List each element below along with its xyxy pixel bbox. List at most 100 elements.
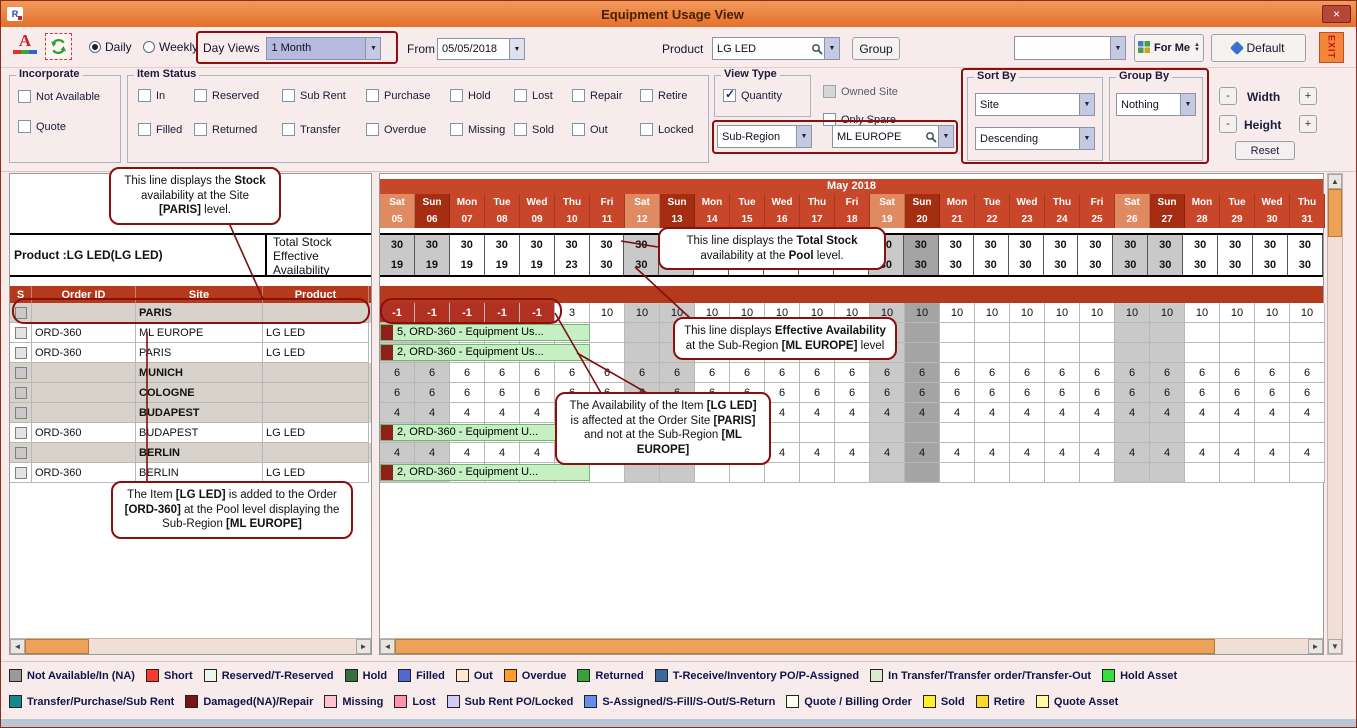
calendar-cell[interactable]: [975, 423, 1010, 443]
calendar-cell[interactable]: 6: [555, 363, 590, 383]
default-button[interactable]: Default: [1211, 34, 1306, 62]
calendar-cell[interactable]: 30: [590, 255, 625, 275]
calendar-cell[interactable]: [940, 323, 975, 343]
calendar-cell[interactable]: [1115, 343, 1150, 363]
calendar-cell[interactable]: 10: [975, 303, 1010, 323]
calendar-cell[interactable]: 30: [1009, 255, 1044, 275]
calendar-cell[interactable]: [940, 343, 975, 363]
calendar-cell[interactable]: 6: [1150, 383, 1185, 403]
calendar-cell[interactable]: [1255, 423, 1290, 443]
checkbox-overdue[interactable]: Overdue: [366, 123, 450, 136]
calendar-cell[interactable]: [1185, 463, 1220, 483]
calendar-cell[interactable]: 6: [870, 383, 905, 403]
calendar-cell[interactable]: 10: [1115, 303, 1150, 323]
calendar-cell[interactable]: [1115, 423, 1150, 443]
calendar-cell[interactable]: [695, 463, 730, 483]
refresh-icon[interactable]: [45, 33, 72, 60]
calendar-cell[interactable]: 10: [905, 303, 940, 323]
calendar-cell[interactable]: 10: [1010, 303, 1045, 323]
calendar-cell[interactable]: -1: [520, 303, 555, 323]
calendar-cell[interactable]: 4: [800, 443, 835, 463]
calendar-cell[interactable]: 10: [1255, 303, 1290, 323]
close-icon[interactable]: ×: [1322, 5, 1351, 23]
chevron-down-icon[interactable]: ▼: [1110, 37, 1125, 59]
calendar-row-budapest[interactable]: 2, ORD-360 - Equipment U...: [380, 423, 1325, 443]
calendar-cell[interactable]: 30: [1218, 255, 1253, 275]
calendar-cell[interactable]: 4: [1220, 403, 1255, 423]
row-select-cell[interactable]: [10, 303, 32, 323]
scroll-left-icon[interactable]: ◄: [10, 639, 25, 654]
reset-button[interactable]: Reset: [1235, 141, 1295, 160]
calendar-cell[interactable]: 30: [450, 235, 485, 255]
calendar-cell[interactable]: 4: [975, 403, 1010, 423]
calendar-cell[interactable]: 4: [1010, 443, 1045, 463]
checkbox-box-icon[interactable]: [514, 123, 527, 136]
calendar-cell[interactable]: 6: [450, 383, 485, 403]
calendar-cell[interactable]: 30: [415, 235, 450, 255]
calendar-cell[interactable]: 6: [1150, 363, 1185, 383]
region-level-combo[interactable]: Sub-Region ▼: [717, 125, 812, 148]
calendar-cell[interactable]: [975, 343, 1010, 363]
calendar-cell[interactable]: 6: [1045, 363, 1080, 383]
calendar-cell[interactable]: 4: [975, 443, 1010, 463]
row-select-cell[interactable]: [10, 403, 32, 423]
calendar-cell[interactable]: 30: [1253, 235, 1288, 255]
calendar-cell[interactable]: [1045, 323, 1080, 343]
calendar-cell[interactable]: 6: [730, 363, 765, 383]
checkbox-repair[interactable]: Repair: [572, 89, 640, 102]
checkbox-in[interactable]: In: [138, 89, 194, 102]
calendar-cell[interactable]: [1150, 323, 1185, 343]
calendar-cell[interactable]: [1255, 323, 1290, 343]
calendar-cell[interactable]: 30: [974, 235, 1009, 255]
calendar-cell[interactable]: [905, 423, 940, 443]
column-header-product[interactable]: Product: [263, 286, 369, 303]
calendar-cell[interactable]: 4: [800, 403, 835, 423]
left-grid-row-munich[interactable]: MUNICH: [10, 363, 371, 383]
left-grid-row-cologne[interactable]: COLOGNE: [10, 383, 371, 403]
calendar-cell[interactable]: 4: [1185, 403, 1220, 423]
calendar-cell[interactable]: 19: [485, 255, 520, 275]
calendar-cell[interactable]: 4: [835, 403, 870, 423]
calendar-cell[interactable]: 6: [940, 363, 975, 383]
checkbox-box-icon[interactable]: [282, 123, 295, 136]
row-select-cell[interactable]: [10, 343, 32, 363]
calendar-cell[interactable]: 19: [415, 255, 450, 275]
calendar-cell[interactable]: 6: [380, 383, 415, 403]
checkbox-box-icon[interactable]: [514, 89, 527, 102]
checkbox-box-icon[interactable]: [640, 123, 653, 136]
calendar-cell[interactable]: [1185, 323, 1220, 343]
order-usage-bar[interactable]: 5, ORD-360 - Equipment Us...: [380, 324, 590, 341]
row-checkbox-icon[interactable]: [15, 387, 27, 399]
left-grid-row-berlin[interactable]: ORD-360BERLINLG LED: [10, 463, 371, 483]
calendar-cell[interactable]: 6: [800, 363, 835, 383]
calendar-cell[interactable]: [625, 323, 660, 343]
calendar-cell[interactable]: 30: [1288, 235, 1323, 255]
calendar-cell[interactable]: 30: [904, 255, 939, 275]
checkbox-box-icon[interactable]: [366, 123, 379, 136]
calendar-cell[interactable]: [870, 463, 905, 483]
checkbox-sub-rent[interactable]: Sub Rent: [282, 89, 366, 102]
checkbox-box-icon[interactable]: [572, 89, 585, 102]
left-grid-row-budapest[interactable]: ORD-360BUDAPESTLG LED: [10, 423, 371, 443]
region-value-combo[interactable]: ML EUROPE ▼: [832, 125, 954, 148]
quantity-checkbox[interactable]: Quantity: [723, 89, 782, 102]
calendar-cell[interactable]: [1150, 343, 1185, 363]
calendar-cell[interactable]: [660, 463, 695, 483]
calendar-cell[interactable]: [905, 463, 940, 483]
calendar-cell[interactable]: [730, 463, 765, 483]
quick-select-combo[interactable]: ▼: [1014, 36, 1126, 60]
checkbox-box-icon[interactable]: [572, 123, 585, 136]
chevron-down-icon[interactable]: ▼: [796, 126, 811, 147]
calendar-cell[interactable]: [870, 423, 905, 443]
calendar-cell[interactable]: 6: [1185, 363, 1220, 383]
calendar-cell[interactable]: 30: [1183, 255, 1218, 275]
checkbox-box-icon[interactable]: [18, 120, 31, 133]
calendar-cell[interactable]: 6: [1185, 383, 1220, 403]
calendar-cell[interactable]: 4: [835, 443, 870, 463]
owned-site-checkbox[interactable]: Owned Site: [823, 85, 898, 98]
calendar-cell[interactable]: 10: [1220, 303, 1255, 323]
scrollbar-track[interactable]: [1215, 639, 1308, 654]
calendar-cell[interactable]: [1220, 323, 1255, 343]
from-date-combo[interactable]: 05/05/2018 ▼: [437, 38, 525, 60]
calendar-cell[interactable]: 30: [1288, 255, 1323, 275]
